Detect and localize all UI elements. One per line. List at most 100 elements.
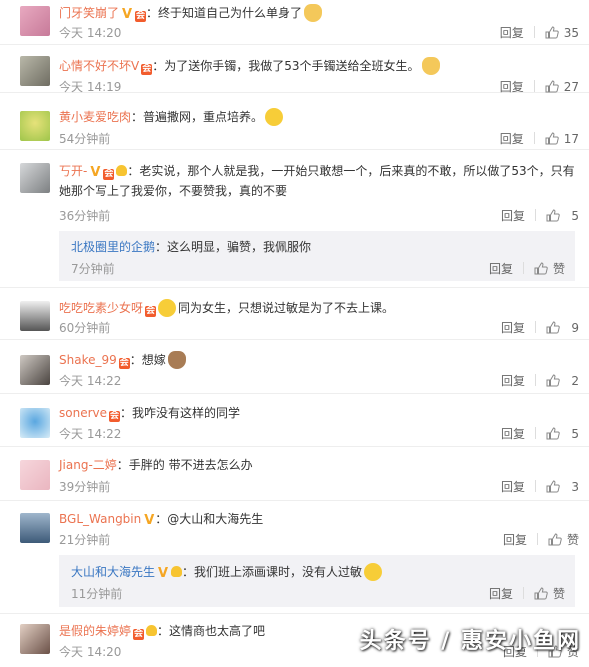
comment-author[interactable]: Shake_99 xyxy=(59,353,117,367)
reply-button[interactable]: 回复 xyxy=(501,427,525,441)
sweat-emoji-icon xyxy=(364,563,383,581)
reply-button[interactable]: 回复 xyxy=(501,374,525,388)
divider xyxy=(535,209,536,221)
like-button[interactable]: 赞 xyxy=(534,587,565,601)
like-button[interactable]: 17 xyxy=(545,132,579,146)
like-count: 5 xyxy=(571,209,579,223)
comment-time: 39分钟前 xyxy=(59,480,111,494)
like-label: 赞 xyxy=(552,262,565,276)
comment-author[interactable]: 是假的朱婷婷 xyxy=(59,624,131,638)
comment-time: 今天 14:20 xyxy=(59,26,122,40)
reply-time: 7分钟前 xyxy=(71,262,115,276)
thumbs-up-icon xyxy=(545,132,559,145)
comment-author[interactable]: Jiang-二婷 xyxy=(59,458,117,472)
reply-button[interactable]: 回复 xyxy=(503,533,527,547)
comment-author[interactable]: sonerve xyxy=(59,406,107,420)
vip-badge-icon: 会 xyxy=(118,358,130,369)
thumbs-up-icon xyxy=(545,26,559,39)
vip-badge-icon: 会 xyxy=(145,306,157,317)
like-button[interactable]: 5 xyxy=(546,209,579,223)
comment-time: 60分钟前 xyxy=(59,321,111,335)
comment-author[interactable]: 吃吃吃素少女呀 xyxy=(59,301,143,315)
comment-item: 黄小麦爱吃肉：普遍撒网，重点培养。 54分钟前 回复 17 xyxy=(0,99,589,150)
avatar[interactable] xyxy=(20,460,50,490)
reply-button[interactable]: 回复 xyxy=(500,80,524,94)
like-button[interactable]: 赞 xyxy=(534,262,565,276)
verified-v-icon: V xyxy=(90,165,101,180)
reply-button[interactable]: 回复 xyxy=(500,26,524,40)
vip-badge-icon: 会 xyxy=(141,64,153,75)
divider xyxy=(536,533,538,545)
watermark: 头条号 / 惠安小鱼网 xyxy=(359,629,581,654)
comment-author[interactable]: BGL_Wangbin xyxy=(59,512,141,526)
like-button[interactable]: 3 xyxy=(546,480,579,494)
avatar[interactable] xyxy=(20,301,50,331)
divider xyxy=(533,26,535,38)
avatar[interactable] xyxy=(20,624,50,654)
reply-item: 大山和大海先生 V ：我们班上添画课时，没有人过敏 11分钟前 回复 赞 xyxy=(59,555,575,607)
comment-author[interactable]: 丂开- xyxy=(59,164,87,178)
vip-badge-icon: 会 xyxy=(133,629,145,640)
lightbulb-badge-icon xyxy=(146,625,158,636)
reply-item: 北极圈里的企鹅：这么明显，骗赞，我佩服你 7分钟前 回复 赞 xyxy=(59,231,575,281)
like-count: 5 xyxy=(571,427,579,441)
avatar[interactable] xyxy=(20,6,50,36)
reply-button[interactable]: 回复 xyxy=(501,209,525,223)
avatar[interactable] xyxy=(20,513,50,543)
like-label: 赞 xyxy=(552,587,565,601)
lightbulb-badge-icon xyxy=(171,566,183,577)
like-button[interactable]: 27 xyxy=(545,80,579,94)
like-button[interactable]: 5 xyxy=(546,427,579,441)
comment-item: sonerve 会：我咋没有这样的同学 今天 14:22 回复 5 xyxy=(0,398,589,447)
reply-button[interactable]: 回复 xyxy=(501,321,525,335)
vip-badge-icon: 会 xyxy=(109,411,120,422)
comment-author[interactable]: 门牙笑崩了 xyxy=(59,6,119,20)
comment-author[interactable]: 黄小麦爱吃肉 xyxy=(59,110,131,124)
avatar[interactable] xyxy=(20,111,50,141)
reply-author[interactable]: 北极圈里的企鹅 xyxy=(71,240,155,254)
reply-author[interactable]: 大山和大海先生 xyxy=(71,565,155,579)
reply-time: 11分钟前 xyxy=(71,587,123,601)
avatar[interactable] xyxy=(20,408,50,438)
doge-emoji-icon xyxy=(421,57,440,75)
comment-time: 今天 14:22 xyxy=(59,374,122,388)
thumbs-up-icon xyxy=(534,262,548,275)
comment-text: ：这情商也太高了吧 xyxy=(157,624,266,638)
vip-badge-icon: 会 xyxy=(135,11,147,22)
reply-text: ：我们班上添画课时，没有人过敏 xyxy=(182,565,363,579)
comment-author[interactable]: 心情不好不坏V xyxy=(59,59,139,73)
thumbs-up-icon xyxy=(546,480,560,493)
divider xyxy=(535,321,536,333)
lightbulb-badge-icon xyxy=(116,165,128,176)
comment-time: 36分钟前 xyxy=(59,209,111,223)
like-button[interactable]: 35 xyxy=(545,26,579,40)
reply-button[interactable]: 回复 xyxy=(489,262,513,276)
comment-time: 54分钟前 xyxy=(59,132,111,146)
comment-text: ：终于知道自己为什么单身了 xyxy=(146,6,303,20)
comment-time: 今天 14:20 xyxy=(59,645,122,659)
comment-text: ：老实说，那个人就是我，一开始只敢想一个，后来真的不敢，所以做了53个，只有她那… xyxy=(59,164,575,198)
like-button[interactable]: 9 xyxy=(546,321,579,335)
reply-button[interactable]: 回复 xyxy=(500,132,524,146)
avatar[interactable] xyxy=(20,56,50,86)
thumbs-up-icon xyxy=(545,80,559,93)
comment-item: Shake_99 会：想嫁 今天 14:22 回复 2 xyxy=(0,345,589,394)
divider xyxy=(535,427,536,439)
reply-button[interactable]: 回复 xyxy=(489,587,513,601)
avatar[interactable] xyxy=(20,355,50,385)
divider xyxy=(533,132,535,144)
comment-time: 21分钟前 xyxy=(59,533,111,547)
like-label: 赞 xyxy=(566,533,579,547)
comment-item: 丂开- V 会：老实说，那个人就是我，一开始只敢想一个，后来真的不敢，所以做了53个… xyxy=(0,155,589,288)
avatar[interactable] xyxy=(20,163,50,193)
reply-button[interactable]: 回复 xyxy=(501,480,525,494)
like-button[interactable]: 赞 xyxy=(548,533,579,547)
like-count: 3 xyxy=(571,480,579,494)
thumbs-up-icon xyxy=(548,533,562,546)
comment-text: ：手胖的 带不进去怎么办 xyxy=(116,458,253,472)
like-button[interactable]: 2 xyxy=(546,374,579,388)
comment-text: ：@大山和大海先生 xyxy=(155,512,264,526)
comment-item: 吃吃吃素少女呀会 同为女生，只想说过敏是为了不去上课。 60分钟前 回复 9 xyxy=(0,293,589,340)
like-count: 27 xyxy=(563,80,579,94)
thumbs-up-icon xyxy=(546,427,560,440)
